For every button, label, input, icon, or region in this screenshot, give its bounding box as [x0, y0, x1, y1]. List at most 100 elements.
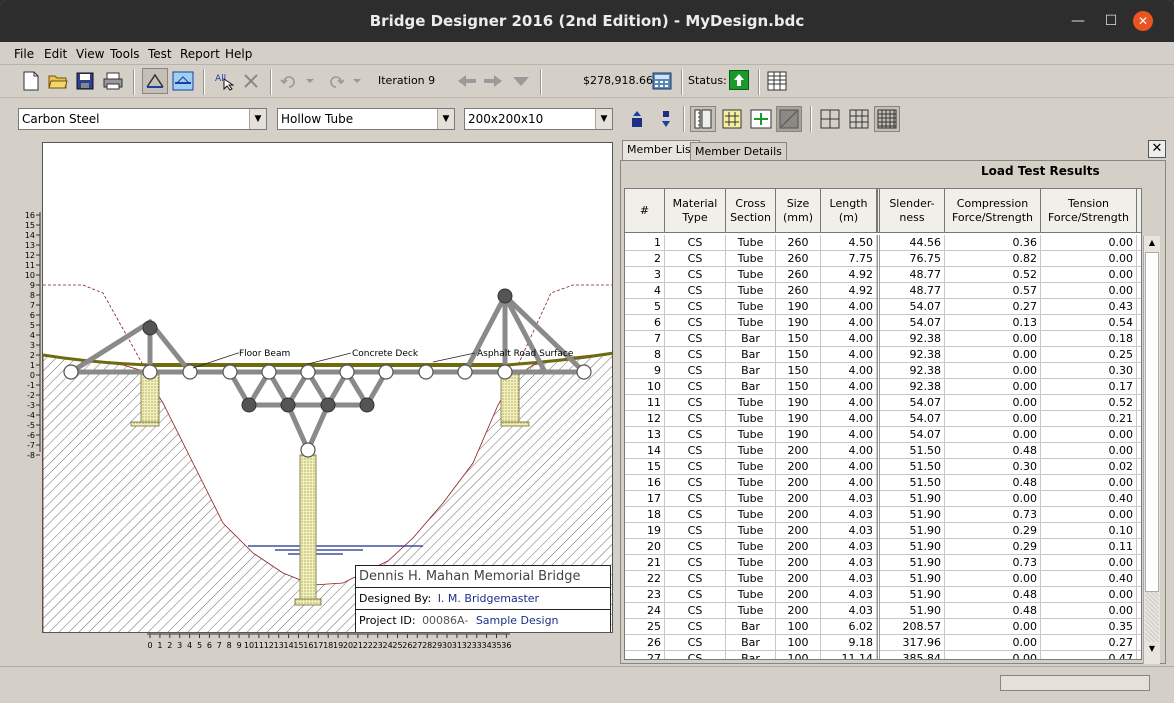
- table-row[interactable]: 11 CS Tube 190 4.00 54.07 0.00 0.52: [625, 395, 1141, 411]
- x-tick-label: 21: [353, 641, 363, 650]
- y-tick-label: -6: [27, 431, 35, 440]
- table-row[interactable]: 21 CS Tube 200 4.03 51.90 0.73 0.00: [625, 555, 1141, 571]
- scrollbar-thumb[interactable]: [1145, 252, 1159, 592]
- drawing-board-icon[interactable]: [142, 68, 168, 94]
- menu-file[interactable]: File: [14, 47, 34, 61]
- size-increase-icon[interactable]: [625, 107, 649, 131]
- table-cell: 19: [625, 523, 665, 539]
- scroll-up-icon[interactable]: ▲: [1146, 238, 1158, 250]
- vertical-scrollbar[interactable]: ▲ ▼: [1143, 236, 1160, 664]
- column-header[interactable]: Compression Force/Strength: [945, 189, 1041, 233]
- table-row[interactable]: 1 CS Tube 260 4.50 44.56 0.36 0.00: [625, 235, 1141, 251]
- back-arrow-icon[interactable]: [455, 69, 479, 93]
- table-cell: Tube: [726, 427, 776, 443]
- menu-test[interactable]: Test: [148, 47, 172, 61]
- table-row[interactable]: 22 CS Tube 200 4.03 51.90 0.00 0.40: [625, 571, 1141, 587]
- table-row[interactable]: 8 CS Bar 150 4.00 92.38 0.00 0.25: [625, 347, 1141, 363]
- column-header[interactable]: Slender-ness: [877, 189, 945, 233]
- template-icon[interactable]: [776, 106, 802, 132]
- size-select[interactable]: 200x200x10 ▼: [464, 108, 613, 130]
- forward-arrow-icon[interactable]: [481, 69, 505, 93]
- table-cell: 54.07: [877, 315, 945, 331]
- menu-edit[interactable]: Edit: [44, 47, 67, 61]
- table-row[interactable]: 7 CS Bar 150 4.00 92.38 0.00 0.18: [625, 331, 1141, 347]
- table-cell: 0.11: [1041, 539, 1137, 555]
- table-row[interactable]: 14 CS Tube 200 4.00 51.50 0.48 0.00: [625, 443, 1141, 459]
- table-cell: 54.07: [877, 427, 945, 443]
- column-header[interactable]: #: [625, 189, 665, 233]
- coarse-grid-icon[interactable]: [818, 107, 842, 131]
- new-file-icon[interactable]: [19, 69, 43, 93]
- table-cell: 3: [625, 267, 665, 283]
- menu-help[interactable]: Help: [225, 47, 252, 61]
- menu-tools[interactable]: Tools: [110, 47, 140, 61]
- column-header[interactable]: Tension Force/Strength: [1041, 189, 1137, 233]
- minimize-icon[interactable]: —: [1068, 11, 1088, 31]
- close-icon[interactable]: ✕: [1148, 140, 1166, 158]
- table-row[interactable]: 3 CS Tube 260 4.92 48.77 0.52 0.00: [625, 267, 1141, 283]
- scrollbar-track[interactable]: [1145, 592, 1159, 642]
- table-cell: 1: [625, 235, 665, 251]
- table-row[interactable]: 15 CS Tube 200 4.00 51.50 0.30 0.02: [625, 459, 1141, 475]
- coordinates-icon[interactable]: [720, 107, 744, 131]
- fine-grid-icon[interactable]: [874, 106, 900, 132]
- redo-icon[interactable]: [328, 69, 364, 93]
- table-row[interactable]: 25 CS Bar 100 6.02 208.57 0.00 0.35: [625, 619, 1141, 635]
- table-row[interactable]: 13 CS Tube 190 4.00 54.07 0.00 0.00: [625, 427, 1141, 443]
- bridge-canvas[interactable]: Floor Beam Concrete Deck Asphalt Road Su…: [42, 142, 613, 633]
- iteration-dropdown-icon[interactable]: [509, 69, 533, 93]
- table-row[interactable]: 23 CS Tube 200 4.03 51.90 0.48 0.00: [625, 587, 1141, 603]
- table-cell: 51.90: [877, 555, 945, 571]
- table-row[interactable]: 9 CS Bar 150 4.00 92.38 0.00 0.30: [625, 363, 1141, 379]
- column-header[interactable]: Cross Section: [726, 189, 776, 233]
- table-row[interactable]: 6 CS Tube 190 4.00 54.07 0.13 0.54: [625, 315, 1141, 331]
- tab-member-list[interactable]: Member List: [622, 140, 700, 161]
- tab-member-details[interactable]: Member Details: [690, 142, 787, 161]
- column-header[interactable]: Length (m): [821, 189, 877, 233]
- table-cell: 200: [776, 523, 821, 539]
- print-icon[interactable]: [101, 69, 125, 93]
- chevron-down-icon[interactable]: ▼: [437, 109, 454, 129]
- column-header[interactable]: Material Type: [665, 189, 726, 233]
- calculator-icon[interactable]: [650, 69, 674, 93]
- material-select[interactable]: Carbon Steel ▼: [18, 108, 267, 130]
- table-cell: 27: [625, 651, 665, 659]
- title-bar[interactable]: Bridge Designer 2016 (2nd Edition) - MyD…: [0, 0, 1174, 42]
- scroll-down-icon[interactable]: ▼: [1146, 644, 1158, 656]
- chevron-down-icon[interactable]: ▼: [249, 109, 266, 129]
- table-row[interactable]: 4 CS Tube 260 4.92 48.77 0.57 0.00: [625, 283, 1141, 299]
- delete-icon[interactable]: [239, 69, 263, 93]
- close-icon[interactable]: ✕: [1133, 11, 1153, 31]
- table-row[interactable]: 20 CS Tube 200 4.03 51.90 0.29 0.11: [625, 539, 1141, 555]
- rulers-icon[interactable]: [690, 106, 716, 132]
- member-table-icon[interactable]: [765, 69, 789, 93]
- menu-bar: File Edit View Tools Test Report Help: [0, 43, 1174, 65]
- table-row[interactable]: 2 CS Tube 260 7.75 76.75 0.82 0.00: [625, 251, 1141, 267]
- table-row[interactable]: 26 CS Bar 100 9.18 317.96 0.00 0.27: [625, 635, 1141, 651]
- table-row[interactable]: 24 CS Tube 200 4.03 51.90 0.48 0.00: [625, 603, 1141, 619]
- load-test-icon[interactable]: [171, 69, 195, 93]
- save-icon[interactable]: [73, 69, 97, 93]
- table-row[interactable]: 16 CS Tube 200 4.00 51.50 0.48 0.00: [625, 475, 1141, 491]
- undo-icon[interactable]: [279, 69, 315, 93]
- select-all-icon[interactable]: All: [212, 69, 236, 93]
- open-folder-icon[interactable]: [46, 69, 70, 93]
- table-row[interactable]: 27 CS Bar 100 11.14 385.84 0.00 0.47: [625, 651, 1141, 659]
- column-header[interactable]: Size (mm): [776, 189, 821, 233]
- medium-grid-icon[interactable]: [847, 107, 871, 131]
- size-decrease-icon[interactable]: [654, 107, 678, 131]
- table-row[interactable]: 5 CS Tube 190 4.00 54.07 0.27 0.43: [625, 299, 1141, 315]
- table-row[interactable]: 10 CS Bar 150 4.00 92.38 0.00 0.17: [625, 379, 1141, 395]
- member-labels-icon[interactable]: [749, 107, 773, 131]
- table-row[interactable]: 18 CS Tube 200 4.03 51.90 0.73 0.00: [625, 507, 1141, 523]
- menu-report[interactable]: Report: [180, 47, 220, 61]
- table-row[interactable]: 17 CS Tube 200 4.03 51.90 0.00 0.40: [625, 491, 1141, 507]
- chevron-down-icon[interactable]: ▼: [595, 109, 612, 129]
- table-cell: 0.48: [945, 603, 1041, 619]
- cross-section-select[interactable]: Hollow Tube ▼: [277, 108, 455, 130]
- menu-view[interactable]: View: [76, 47, 104, 61]
- status-pass-icon[interactable]: [729, 70, 749, 90]
- maximize-icon[interactable]: ☐: [1101, 11, 1121, 31]
- table-row[interactable]: 19 CS Tube 200 4.03 51.90 0.29 0.10: [625, 523, 1141, 539]
- table-row[interactable]: 12 CS Tube 190 4.00 54.07 0.00 0.21: [625, 411, 1141, 427]
